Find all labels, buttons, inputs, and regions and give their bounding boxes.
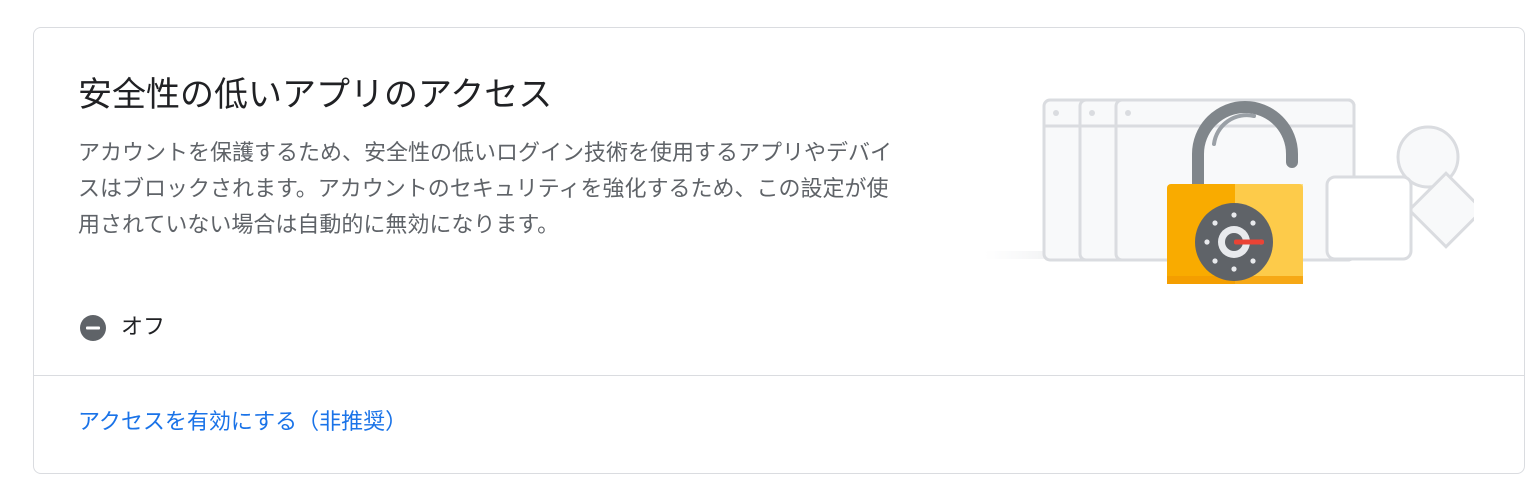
card-description: アカウントを保護するため、安全性の低いログイン技術を使用するアプリやデバイスはブ… bbox=[78, 141, 893, 238]
status-label: オフ bbox=[121, 315, 166, 340]
minus-circle-icon bbox=[80, 315, 106, 341]
enable-access-link[interactable]: アクセスを有効にする（非推奨） bbox=[78, 408, 407, 438]
unlocked-padlock-illustration bbox=[984, 98, 1474, 284]
card-title: 安全性の低いアプリのアクセス bbox=[78, 75, 553, 115]
combination-dial bbox=[1195, 203, 1273, 281]
square-shape bbox=[1325, 175, 1413, 261]
card-divider bbox=[34, 375, 1524, 376]
less-secure-apps-card: 安全性の低いアプリのアクセス アカウントを保護するため、安全性の低いログイン技術… bbox=[33, 27, 1525, 474]
status-indicator: オフ bbox=[79, 313, 165, 343]
